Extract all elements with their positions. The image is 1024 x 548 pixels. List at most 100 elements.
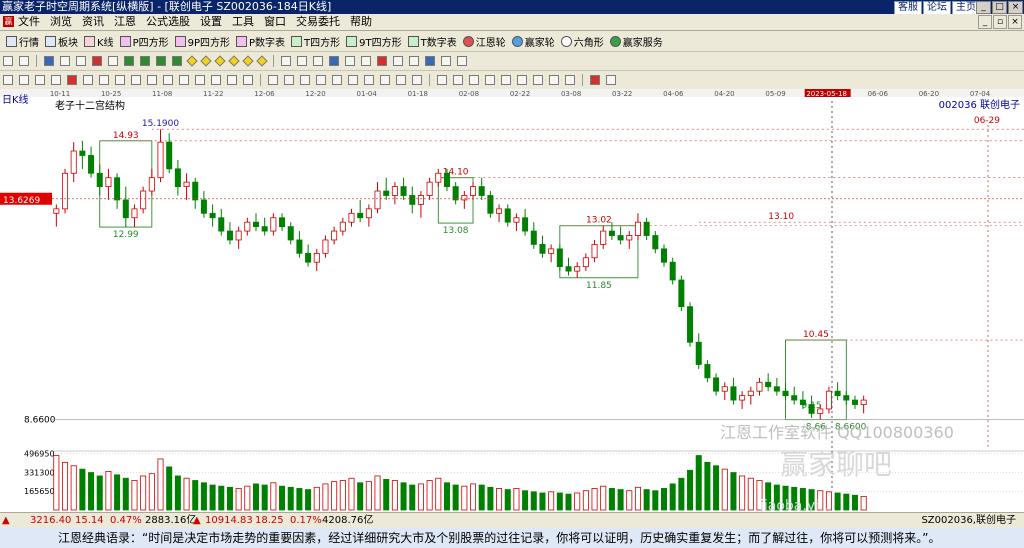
menu-trade[interactable]: 交易委托 [296, 14, 340, 30]
menu-help[interactable]: 帮助 [350, 14, 372, 30]
menu-browse[interactable]: 浏览 [50, 14, 72, 30]
mdi-close-button[interactable]: × [1008, 15, 1022, 29]
diamond-6-icon[interactable] [256, 55, 268, 67]
menu-window[interactable]: 窗口 [264, 14, 286, 30]
tool-aa-icon[interactable] [437, 75, 447, 85]
menu-gann[interactable]: 江恩 [114, 14, 136, 30]
tool-gann-wheel[interactable]: 江恩轮 [462, 34, 506, 49]
crosshair-icon[interactable] [297, 56, 307, 66]
last-icon[interactable] [172, 56, 182, 66]
first-icon[interactable] [124, 56, 134, 66]
tool-b-icon[interactable] [19, 75, 29, 85]
tool-i-icon[interactable] [131, 75, 141, 85]
tool-y-icon[interactable] [396, 75, 406, 85]
minimize-button[interactable]: _ [976, 1, 991, 14]
tool-p-icon[interactable] [243, 75, 253, 85]
tool-winner-wheel[interactable]: 赢家轮 [511, 34, 555, 49]
tool-t-table[interactable]: T数字表 [407, 34, 457, 49]
mdi-restore-button[interactable]: ▫ [993, 15, 1007, 29]
tool-t-icon[interactable] [316, 75, 326, 85]
tool-c-icon[interactable] [35, 75, 45, 85]
grid-tool-icon[interactable] [425, 56, 435, 66]
hand-icon[interactable] [281, 56, 291, 66]
tool-d-icon[interactable] [51, 75, 61, 85]
close-button[interactable]: × [1008, 1, 1023, 14]
tool-ad-icon[interactable] [485, 75, 495, 85]
tool-g-icon[interactable] [99, 75, 109, 85]
menu-tools[interactable]: 工具 [232, 14, 254, 30]
tool-o-icon[interactable] [227, 75, 237, 85]
tool-p-square[interactable]: P四方形 [119, 34, 169, 49]
tool-sectors[interactable]: 板块 [45, 34, 78, 49]
tool-ac-icon[interactable] [469, 75, 479, 85]
options-icon[interactable] [606, 75, 616, 85]
tool-af-icon[interactable] [517, 75, 527, 85]
text-icon[interactable] [313, 56, 323, 66]
date-tick-label: 12-20 [305, 90, 325, 98]
tool-w-icon[interactable] [364, 75, 374, 85]
forum-link[interactable]: 论坛 [923, 1, 951, 15]
tool-ae-icon[interactable] [501, 75, 511, 85]
tool-ah-icon[interactable] [549, 75, 559, 85]
next-icon[interactable] [156, 56, 166, 66]
menu-info[interactable]: 资讯 [82, 14, 104, 30]
tool-f-icon[interactable] [83, 75, 93, 85]
tool-9t-square[interactable]: 9T四方形 [346, 34, 402, 49]
prev-icon[interactable] [140, 56, 150, 66]
tool-x-icon[interactable] [380, 75, 390, 85]
ray-icon[interactable] [345, 56, 355, 66]
tool-r-icon[interactable] [284, 75, 294, 85]
diamond-1-icon[interactable] [186, 55, 198, 67]
diamond-5-icon[interactable] [242, 55, 254, 67]
tool-9p-square[interactable]: 9P四方形 [174, 34, 230, 49]
tool-e-icon[interactable] [67, 75, 77, 85]
tool-u-icon[interactable] [332, 75, 342, 85]
zoom-out-icon[interactable] [108, 56, 118, 66]
table-tool-icon[interactable] [441, 56, 451, 66]
tool-s-icon[interactable] [300, 75, 310, 85]
tool-ai-icon[interactable] [565, 75, 575, 85]
maximize-button[interactable]: □ [992, 1, 1007, 14]
list-tool-icon[interactable] [457, 56, 467, 66]
menu-file[interactable]: 文件 [18, 14, 40, 30]
calendar-icon[interactable] [3, 56, 13, 66]
tool-service[interactable]: 赢家服务 [609, 34, 663, 49]
kline-chart-panel[interactable]: 10-11 10-25 11-08 11-22 12-06 12-20 01-04 01-18… [0, 89, 1024, 514]
cursor-icon[interactable] [19, 56, 29, 66]
kline-chart[interactable]: 10-11 10-25 11-08 11-22 12-06 12-20 01-04 01-18… [0, 89, 1024, 514]
tool-n-icon[interactable] [211, 75, 221, 85]
line-icon[interactable] [329, 56, 339, 66]
tool-ag-icon[interactable] [533, 75, 543, 85]
diamond-3-icon[interactable] [214, 55, 226, 67]
tool-k-icon[interactable] [163, 75, 173, 85]
service-link[interactable]: 客服 [894, 1, 922, 15]
bar-icon[interactable] [44, 56, 54, 66]
fan-icon[interactable] [377, 56, 387, 66]
arc-icon[interactable] [393, 56, 403, 66]
tool-kline[interactable]: K线 [84, 34, 114, 49]
diamond-2-icon[interactable] [200, 55, 212, 67]
tool-m-icon[interactable] [195, 75, 205, 85]
diamond-4-icon[interactable] [228, 55, 240, 67]
tool-h-icon[interactable] [115, 75, 125, 85]
tool-j-icon[interactable] [147, 75, 157, 85]
tool-t-square[interactable]: T四方形 [291, 34, 340, 49]
tool-l-icon[interactable] [179, 75, 189, 85]
zoom-in-icon[interactable] [92, 56, 102, 66]
tool-q-icon[interactable] [268, 75, 278, 85]
up-icon[interactable] [60, 56, 70, 66]
tool-quotes[interactable]: 行情 [6, 34, 39, 49]
channel-icon[interactable] [361, 56, 371, 66]
square-icon[interactable] [409, 56, 419, 66]
pie-icon[interactable] [590, 75, 600, 85]
tool-z-icon[interactable] [412, 75, 422, 85]
tool-a-icon[interactable] [3, 75, 13, 85]
menu-settings[interactable]: 设置 [200, 14, 222, 30]
tool-p-table[interactable]: P数字表 [236, 34, 285, 49]
tool-v-icon[interactable] [348, 75, 358, 85]
tool-hexagon[interactable]: 六角形 [560, 34, 604, 49]
menu-formula[interactable]: 公式选股 [146, 14, 190, 30]
down-icon[interactable] [76, 56, 86, 66]
tool-ab-icon[interactable] [453, 75, 463, 85]
mdi-minimize-button[interactable]: _ [978, 15, 992, 29]
